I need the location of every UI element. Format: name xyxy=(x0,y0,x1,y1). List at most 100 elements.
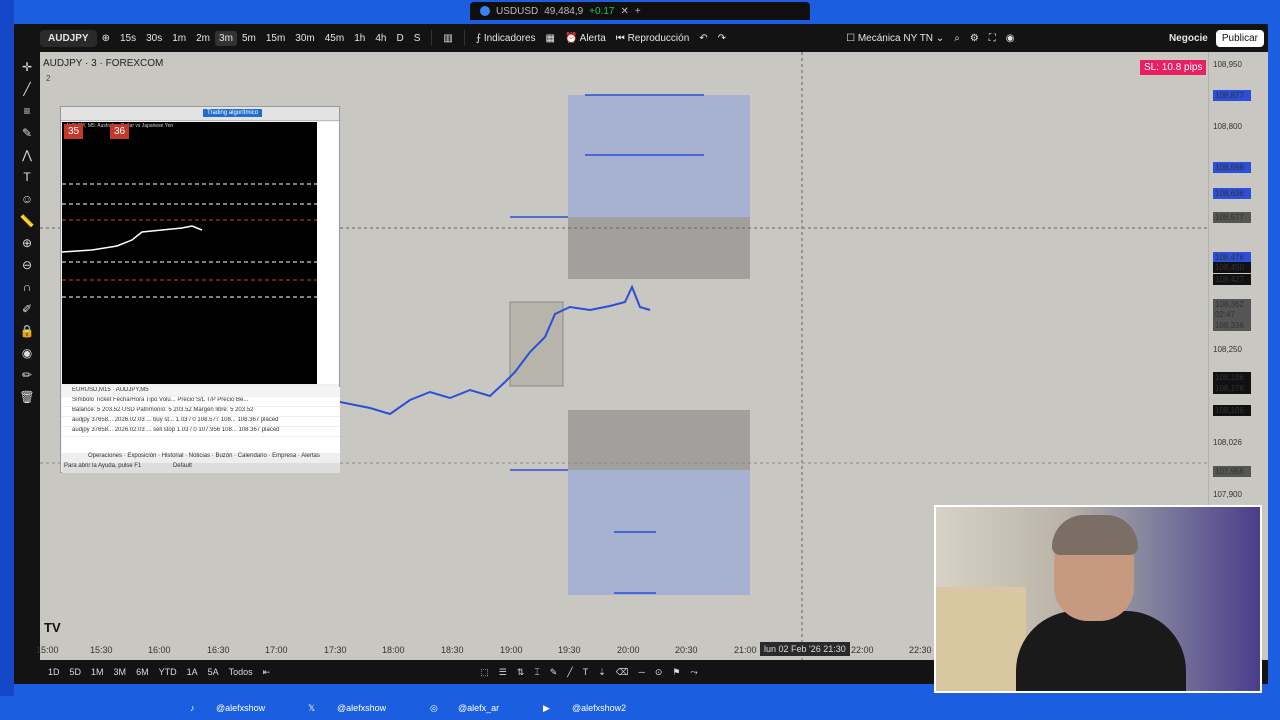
emoji-icon[interactable]: ☺ xyxy=(14,192,40,206)
position-tool-icon[interactable]: ⇅ xyxy=(517,667,525,678)
range-1d[interactable]: 1D xyxy=(48,667,60,677)
mt4-bottom-tab[interactable]: Buzón xyxy=(215,453,232,459)
calendar-range-icon[interactable]: ⇤ xyxy=(263,667,271,678)
search-icon[interactable]: ⌕ xyxy=(949,33,965,44)
range-all[interactable]: Todos xyxy=(229,667,253,677)
undo-icon[interactable]: ↶ xyxy=(694,33,712,44)
ruler-icon[interactable]: 📏 xyxy=(14,214,40,228)
arrow-tool-icon[interactable]: ⇣ xyxy=(598,667,606,678)
range-1m[interactable]: 1M xyxy=(91,667,104,677)
tf-s[interactable]: S xyxy=(409,33,426,44)
symbol-button[interactable]: AUDJPY xyxy=(40,29,97,47)
mt4-chart-canvas xyxy=(62,183,317,298)
layouts-icon[interactable]: ▦ xyxy=(541,33,560,44)
range-6m[interactable]: 6M xyxy=(136,667,149,677)
browser-tab[interactable]: USDUSD 49,484,9 +0.17 ✕ + xyxy=(470,2,810,20)
target-icon[interactable]: ⊙ xyxy=(655,667,663,678)
eraser-icon[interactable]: ⌫ xyxy=(616,667,629,678)
range-5d[interactable]: 5D xyxy=(70,667,82,677)
eye-icon[interactable]: ◉ xyxy=(14,346,40,360)
redo-icon[interactable]: ↷ xyxy=(713,33,731,44)
path-icon[interactable]: ⤳ xyxy=(691,667,698,678)
fullscreen-icon[interactable]: ⛶ xyxy=(984,33,1001,44)
fib-icon[interactable]: ≡ xyxy=(14,104,40,118)
tf-45m[interactable]: 45m xyxy=(320,33,349,44)
publish-button[interactable]: Publicar xyxy=(1215,29,1264,47)
candle-type-icon[interactable]: ▥ xyxy=(438,33,457,44)
compare-icon[interactable]: ⊕ xyxy=(97,33,115,44)
tf-15m[interactable]: 15m xyxy=(261,33,290,44)
trendline-icon[interactable]: ╱ xyxy=(14,82,40,96)
trash-icon[interactable]: 🗑 xyxy=(14,390,40,404)
social-handle: @alefxshow xyxy=(337,703,387,713)
text-icon[interactable]: T xyxy=(14,170,40,184)
time-label: 16:00 xyxy=(148,645,171,655)
magnet-icon[interactable]: ∩ xyxy=(14,280,40,294)
mt4-bottom-tab[interactable]: Calendario xyxy=(238,453,267,459)
mt4-bottom-tab[interactable]: Empresa xyxy=(272,453,296,459)
mt4-terminal[interactable]: EURUSD,M15 · AUDJPY,M5 Símbolo Ticket Fe… xyxy=(62,387,340,473)
mt4-tab[interactable]: EURUSD,M15 xyxy=(72,387,111,393)
price-label: 108,577 xyxy=(1213,212,1251,223)
price-label: 108,950 xyxy=(1213,60,1242,69)
text-tool-icon[interactable]: T xyxy=(583,667,589,677)
measure-tool-icon[interactable]: ⌶ xyxy=(534,667,539,678)
replay-button[interactable]: ⏮ Reproducción xyxy=(611,33,695,44)
new-tab-icon[interactable]: + xyxy=(635,6,641,17)
mt4-bottom-tab[interactable]: Historial xyxy=(162,453,184,459)
price-label: 108,026 xyxy=(1213,438,1242,447)
mt4-order-row[interactable]: audjpy 37658... 2026.02.03 ... buy st...… xyxy=(62,417,340,427)
mt4-window[interactable]: Trading algorítmico AUDJPY, M5: Australi… xyxy=(60,106,340,473)
indicators-button[interactable]: ⨍ Indicadores xyxy=(471,33,541,44)
template-button[interactable]: ☐ Mecánica NY TN ⌄ xyxy=(841,33,949,44)
square-icon: ☐ xyxy=(846,32,858,44)
tf-4h[interactable]: 4h xyxy=(370,33,391,44)
tf-5m[interactable]: 5m xyxy=(237,33,261,44)
sl-badge: SL: 10.8 pips xyxy=(1140,60,1207,75)
alert-button[interactable]: ⏰ Alerta xyxy=(560,33,611,44)
divider xyxy=(431,30,433,46)
mt4-chart[interactable]: AUDJPY, M5: Australian Dollar vs Japanes… xyxy=(62,122,317,384)
mt4-order-row[interactable]: audjpy 37658... 2026.02.03 ... sell stop… xyxy=(62,427,340,437)
tf-2m[interactable]: 2m xyxy=(191,33,215,44)
tf-d[interactable]: D xyxy=(391,33,408,44)
range-3m[interactable]: 3M xyxy=(114,667,127,677)
range-1a[interactable]: 1A xyxy=(187,667,198,677)
camera-icon[interactable]: ◉ xyxy=(1001,33,1020,44)
pen-icon[interactable]: ✏ xyxy=(14,368,40,382)
zoom-in-icon[interactable]: ⊕ xyxy=(14,236,40,250)
zoom-out-icon[interactable]: ⊖ xyxy=(14,258,40,272)
mt4-status-text: Para abrir la Ayuda, pulse F1 xyxy=(64,463,142,469)
chart-legend-toggle[interactable]: 2 xyxy=(46,74,50,83)
trendline-tool-icon[interactable]: ╱ xyxy=(567,667,572,678)
tf-15s[interactable]: 15s xyxy=(115,33,141,44)
tf-3m[interactable]: 3m xyxy=(215,30,237,46)
crosshair-icon[interactable]: ✛ xyxy=(14,60,40,74)
lines-tool-icon[interactable]: ☰ xyxy=(499,667,507,678)
tab-value: 49,484,9 xyxy=(544,5,584,17)
tf-1m[interactable]: 1m xyxy=(167,33,191,44)
tf-1h[interactable]: 1h xyxy=(349,33,370,44)
close-icon[interactable]: ✕ xyxy=(620,6,628,17)
algo-trading-button[interactable]: Trading algorítmico xyxy=(203,109,263,117)
range-ytd[interactable]: YTD xyxy=(159,667,177,677)
mt4-bottom-tab[interactable]: Exposición xyxy=(127,453,156,459)
price-label: 108,699 xyxy=(1213,162,1251,173)
mt4-bottom-tab[interactable]: Noticias xyxy=(189,453,210,459)
range-5a[interactable]: 5A xyxy=(208,667,219,677)
trade-button[interactable]: Negocie xyxy=(1161,30,1216,47)
mt4-tab[interactable]: AUDJPY,M5 xyxy=(116,387,149,393)
settings-icon[interactable]: ⚙ xyxy=(965,33,984,44)
tf-30s[interactable]: 30s xyxy=(141,33,167,44)
brush-tool-icon[interactable]: ✎ xyxy=(550,667,558,678)
mt4-bottom-tab[interactable]: Alertas xyxy=(301,453,320,459)
pencil-lock-icon[interactable]: ✐ xyxy=(14,302,40,316)
tf-30m[interactable]: 30m xyxy=(290,33,319,44)
flag-icon[interactable]: ⚑ xyxy=(672,667,680,678)
brush-icon[interactable]: ✎ xyxy=(14,126,40,140)
mt4-bottom-tab[interactable]: Operaciones xyxy=(88,453,122,459)
rect-tool-icon[interactable]: ⬚ xyxy=(480,667,489,678)
pattern-icon[interactable]: ⋀ xyxy=(14,148,40,162)
lock-icon[interactable]: 🔒 xyxy=(14,324,40,338)
line-tool-icon[interactable]: ─ xyxy=(638,667,644,677)
